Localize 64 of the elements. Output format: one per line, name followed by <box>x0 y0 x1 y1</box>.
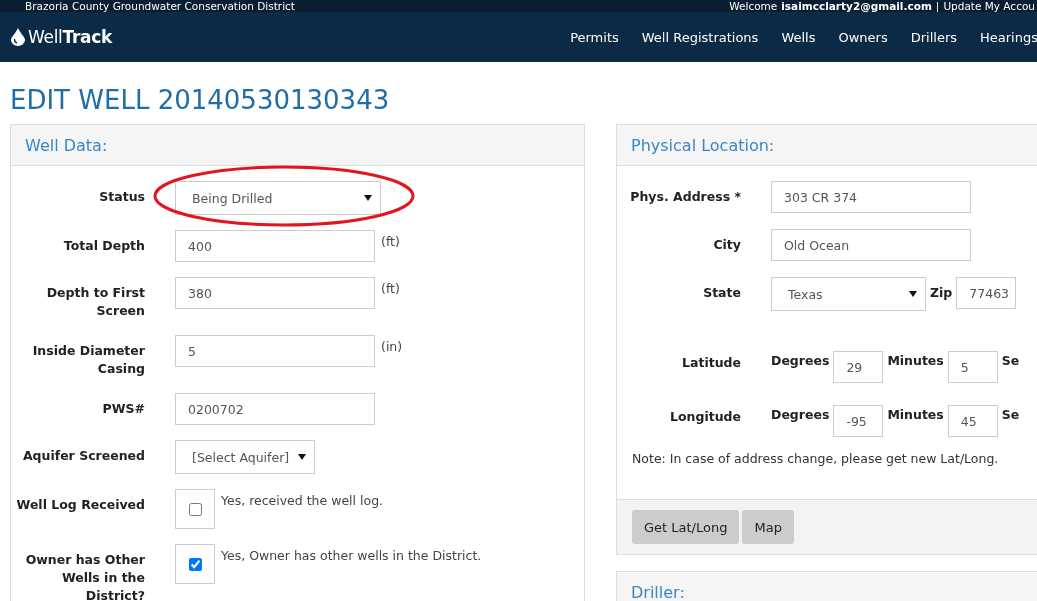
minutes-label: Minutes <box>887 352 944 368</box>
degrees-field[interactable]: 29 <box>833 351 884 383</box>
degrees-field[interactable]: -95 <box>833 405 884 437</box>
account-link[interactable]: Update My Accou <box>943 0 1035 12</box>
field-label: Well Log Received <box>15 496 145 514</box>
zip-field[interactable]: 77463 <box>956 277 1017 309</box>
field-label: Latitude <box>681 354 741 372</box>
checkbox-label: Yes, Owner has other wells in the District. <box>221 547 482 563</box>
caret-icon <box>298 454 306 460</box>
select-dropdown[interactable]: [Select Aquifer] <box>175 440 315 474</box>
field-label: State <box>702 284 741 302</box>
field-label: Total Depth <box>62 237 145 255</box>
input-field[interactable]: 5 <box>175 335 375 367</box>
checkbox[interactable] <box>188 557 202 571</box>
input-field[interactable]: 303 CR 374 <box>771 181 971 213</box>
nav-link[interactable]: Hearings <box>980 29 1037 45</box>
action-button[interactable]: Map <box>742 510 794 544</box>
note-text: Note: In case of address change, please get new Lat/Long. <box>631 450 1000 468</box>
action-button[interactable]: Get Lat/Long <box>632 510 740 544</box>
unit-label: (ft) <box>381 233 400 249</box>
nav-link[interactable]: Drillers <box>910 29 958 45</box>
select-dropdown[interactable]: Texas <box>771 277 926 311</box>
checkbox-label: Yes, received the well log. <box>221 492 384 508</box>
field-label: Inside Diameter Casing <box>31 342 145 378</box>
caret-icon <box>364 195 372 201</box>
field-label: Longitude <box>669 408 741 426</box>
select-dropdown[interactable]: Being Drilled <box>175 181 381 215</box>
input-field[interactable]: 380 <box>175 277 375 309</box>
zip-label: Zip <box>930 284 953 300</box>
checkbox[interactable] <box>188 502 202 516</box>
input-field[interactable]: Old Ocean <box>771 229 971 261</box>
panel-title: Well Data: <box>25 135 108 155</box>
field-label: Phys. Address * <box>629 188 741 206</box>
panel-title: Physical Location: <box>631 135 775 155</box>
logo[interactable]: WellTrack <box>11 27 112 47</box>
degrees-label: Degrees <box>771 352 830 368</box>
field-label: PWS# <box>101 400 145 418</box>
nav-link[interactable]: Wells <box>781 29 816 45</box>
nav-link[interactable]: Owners <box>838 29 888 45</box>
field-label: Owner has Other Wells in the District? <box>24 551 145 601</box>
welcome-text: Welcome <box>729 0 778 12</box>
unit-label: (in) <box>381 338 403 354</box>
field-label: Aquifer Screened <box>21 447 145 465</box>
input-field[interactable]: 0200702 <box>175 393 375 425</box>
page-title: EDIT WELL 20140530130343 <box>10 84 391 117</box>
user-email: isaimcclarty2@gmail.com <box>781 0 932 12</box>
nav-link[interactable]: Well Registrations <box>641 29 759 45</box>
water-drop-icon <box>11 28 25 46</box>
field-label: Status <box>98 188 145 206</box>
caret-icon <box>909 291 917 297</box>
nav-link[interactable]: Permits <box>570 29 619 45</box>
seconds-label: Se <box>1001 406 1020 422</box>
minutes-label: Minutes <box>887 406 944 422</box>
input-field[interactable]: 400 <box>175 230 375 262</box>
degrees-label: Degrees <box>771 406 830 422</box>
district-name: Brazoria County Groundwater Conservation District <box>25 0 295 12</box>
field-label: Depth to First Screen <box>45 284 145 320</box>
minutes-field[interactable]: 45 <box>947 405 998 437</box>
unit-label: (ft) <box>381 280 400 296</box>
minutes-field[interactable]: 5 <box>947 351 998 383</box>
panel-title: Driller: <box>631 582 685 601</box>
field-label: City <box>712 236 741 254</box>
seconds-label: Se <box>1001 352 1020 368</box>
separator: | <box>935 0 940 12</box>
